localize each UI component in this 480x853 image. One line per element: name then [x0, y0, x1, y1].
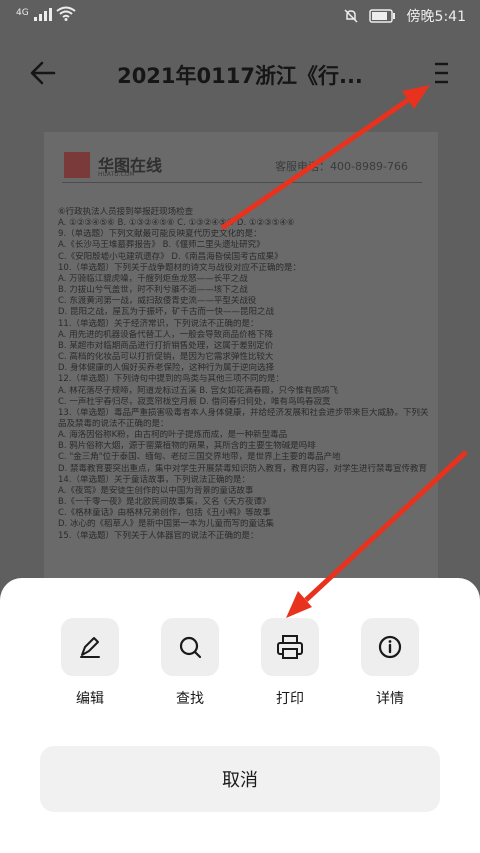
- print-tile[interactable]: [261, 618, 319, 676]
- find-tile[interactable]: [161, 618, 219, 676]
- app-bar: 2021年0117浙江《行...: [0, 40, 480, 106]
- document-line: 12.（单选题）下列诗句中提到的鸟类与其他三项不同的是：: [58, 374, 285, 385]
- details-label: 详情: [376, 691, 404, 707]
- document-line: B.《一千零一夜》是北欧民间故事集，又名《天方夜谭》: [58, 497, 271, 508]
- document-line: 15.（单选题）下列关于人体器官的说法不正确的是：: [58, 530, 259, 541]
- document-line: 10.（单选题）下列关于战争题材的诗文与战役对应不正确的是：: [58, 262, 302, 273]
- document-line: C. 高档的化妆品可以打折促销，是因为它需求弹性比较大: [58, 352, 274, 363]
- document-line: C.《安阳殷墟小屯建筑遗存》 D.《南昌海昏侯国考古成果》: [58, 251, 283, 262]
- document-line: 11.（单选题）关于经济常识，下列说法不正确的是：: [58, 318, 259, 329]
- document-preview[interactable]: 华图在线 HUATU.COM 客服电话：400-8989-766 ⑥行政执法人员…: [44, 132, 438, 582]
- document-body: ⑥行政执法人员接到举报赶现场检查 A. ①②③④⑤⑥ B. ①③②④⑤⑥ C. ①…: [58, 207, 428, 542]
- document-line: A.《夜莺》是安徒生创作的以中国为背景的童话故事: [58, 485, 254, 496]
- document-line: 品及禁毒的说法不正确的是：: [58, 418, 169, 429]
- cancel-button[interactable]: 取消: [40, 746, 440, 812]
- document-line: A. 海洛因俗称K粉，由古柯的叶子提炼而成，是一种新型毒品: [58, 430, 288, 441]
- document-line: 13.（单选题）毒品严重损害吸毒者本人身体健康，并给经济发展和社会进步带来巨大威…: [58, 407, 428, 418]
- print-label: 打印: [276, 691, 304, 707]
- document-line: B. 力拔山兮气盖世，时不利兮骓不逝——垓下之战: [58, 285, 248, 296]
- document-line: C.《格林童话》由格林兄弟创作，包括《丑小鸭》等故事: [58, 508, 271, 519]
- document-line: A. 用先进的机器设备代替工人，一般会导致商品价格下降: [58, 329, 274, 340]
- pencil-icon: [80, 637, 100, 658]
- document-line: D. 身体健康的人偏好买养老保险，这种行为属于逆向选择: [58, 363, 274, 374]
- battery-icon: [368, 9, 395, 23]
- document-line: A.《长沙马王堆墓葬报告》 B.《偃师二里头遗址研究》: [58, 240, 265, 251]
- more-menu-icon[interactable]: [432, 60, 450, 86]
- document-line: C. 一声杜宇春归尽，寂寞帘栊空月痕 D. 借问春归何处，唯有鸟鸣春寂寞: [58, 396, 331, 407]
- brand-logo-icon: [64, 152, 90, 178]
- document-line: D. 昆阳之战，屋瓦为于振坏，矿千古而一快——昆阳之战: [58, 307, 274, 318]
- info-icon: [378, 635, 402, 659]
- document-line: C. "金三角"位于泰国、缅甸、老挝三国交界地带，是世界上主要的毒品产地: [58, 452, 341, 463]
- hotline-text: 客服电话：400-8989-766: [275, 160, 408, 173]
- wifi-icon: [56, 6, 76, 21]
- document-line: ⑥行政执法人员接到举报赶现场检查: [58, 207, 194, 217]
- search-icon: [179, 636, 202, 659]
- document-line: D. 冰心的《稻草人》是新中国第一本为儿童而写的童话集: [58, 519, 274, 530]
- document-line: 9.（单选题）下列文献最可能反映夏代历史文化的是：: [58, 229, 262, 240]
- network-type: 4G: [16, 8, 29, 18]
- document-line: B. 鸦片俗称大烟，源于罂粟植物的蒴果，其所含的主要生物碱是吗啡: [58, 441, 316, 452]
- document-header: 华图在线 HUATU.COM 客服电话：400-8989-766: [62, 148, 422, 183]
- document-line: C. 东渡黄河第一战，威扫敌倭青史流——平型关战役: [58, 296, 257, 307]
- mute-bell-icon: [344, 9, 358, 23]
- document-line: D. 禁毒教育要突出重点，集中对学生开展禁毒知识防入教育，教育内容，对学生进行禁…: [58, 463, 427, 474]
- find-label: 查找: [176, 691, 204, 707]
- document-line: A. 林花落尽子规啼，阿道龙标过五溪 B. 宫女如花满春殿，只今惟有鹧鸪飞: [58, 385, 339, 396]
- document-title: 2021年0117浙江《行...: [117, 64, 363, 88]
- print-button[interactable]: 打印: [258, 618, 322, 708]
- edit-button[interactable]: 编辑: [58, 618, 122, 708]
- bottom-sheet: 编辑 查找 打印 详情 取消: [0, 578, 480, 853]
- edit-label: 编辑: [76, 691, 104, 707]
- details-button[interactable]: 详情: [358, 618, 422, 708]
- back-arrow-icon[interactable]: [28, 58, 58, 88]
- clock: 傍晚5:41: [406, 9, 466, 25]
- status-bar: 4G 傍晚5:41: [0, 0, 480, 34]
- brand-subtitle: HUATU.COM: [98, 171, 135, 178]
- find-button[interactable]: 查找: [158, 618, 222, 708]
- document-line: 14.（单选题）关于童话故事，下列说法正确的是：: [58, 474, 251, 485]
- printer-icon: [277, 635, 303, 659]
- details-tile[interactable]: [361, 618, 419, 676]
- document-line: A. 万骑临江貔虎噪，千艘列炬鱼龙怒——长平之战: [58, 273, 248, 284]
- document-line: A. ①②③④⑤⑥ B. ①③②④⑤⑥ C. ①③②④⑤⑥ D. ①②③⑤④⑥: [58, 218, 295, 229]
- document-line: B. 某超市对临期商品进行打折销售处理，这属于差别定价: [58, 340, 274, 351]
- edit-tile[interactable]: [61, 618, 119, 676]
- signal-icon: [33, 7, 52, 21]
